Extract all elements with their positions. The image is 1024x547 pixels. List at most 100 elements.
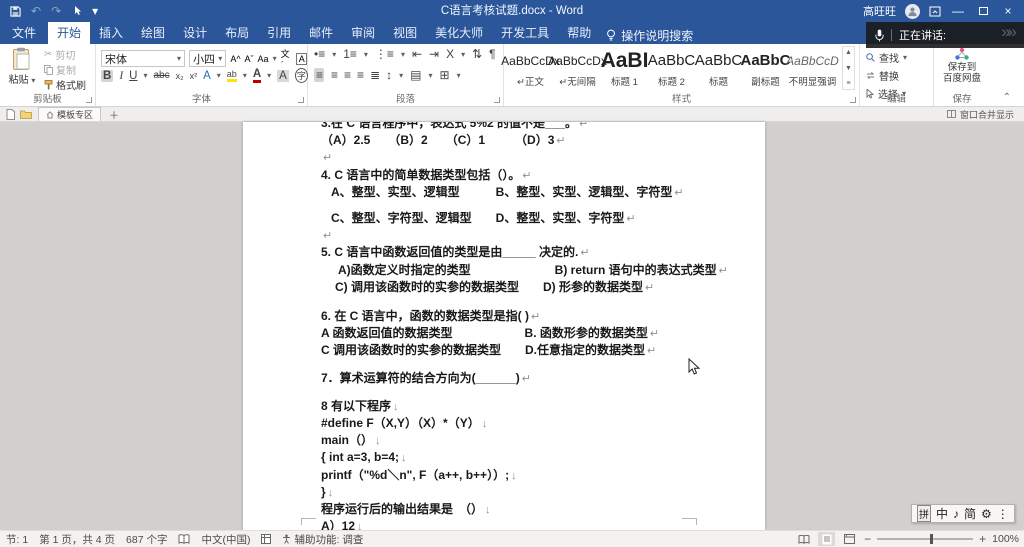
- text-effects-button[interactable]: A: [203, 70, 211, 82]
- accessibility-status[interactable]: 辅助功能: 调查: [282, 532, 363, 547]
- multilevel-list-button[interactable]: ⋮≡: [375, 47, 394, 61]
- document-line[interactable]: { int a=3, b=4;↓: [321, 449, 757, 466]
- document-line[interactable]: #define F（X,Y）（X）*（Y）↓: [321, 415, 757, 432]
- document-line[interactable]: 8 有以下程序↓: [321, 398, 757, 415]
- document-line[interactable]: ↵: [321, 149, 757, 166]
- document-line[interactable]: A、整型、实型、逻辑型 B、整型、实型、逻辑型、字符型↵: [321, 184, 757, 201]
- highlight-color-button[interactable]: ab: [227, 69, 237, 82]
- zoom-slider-thumb[interactable]: [930, 534, 933, 544]
- ime-charset-icon[interactable]: 简: [964, 505, 976, 522]
- minimize-button[interactable]: —: [950, 4, 966, 18]
- zoom-out-button[interactable]: −: [864, 532, 871, 546]
- numbering-button[interactable]: 1≡: [343, 47, 357, 61]
- shading-button[interactable]: ▤: [410, 68, 421, 82]
- ime-language-mode-icon[interactable]: 中: [936, 505, 948, 522]
- align-left-button[interactable]: ≡: [314, 68, 324, 82]
- ime-toolbar[interactable]: 拼 中 ♪ 简 ⚙ ⋮: [911, 504, 1015, 523]
- zoom-in-button[interactable]: +: [979, 532, 986, 546]
- word-count[interactable]: 687 个字: [126, 532, 167, 547]
- borders-button[interactable]: ⊞: [440, 68, 450, 82]
- ime-more-icon[interactable]: ⋮: [997, 507, 1009, 521]
- cut-button[interactable]: ✂剪切: [44, 48, 86, 61]
- document-line[interactable]: 6. 在 C 语言中，函数的数据类型是指( )↵: [321, 308, 757, 325]
- paste-button[interactable]: 粘贴 ▾: [5, 47, 39, 93]
- ribbon-tab[interactable]: 开发工具: [492, 22, 558, 44]
- document-line[interactable]: printf（"%d＼n", F（a++, b++））;↓: [321, 467, 757, 484]
- styles-gallery-scroll[interactable]: ▲ ▼ ≡: [842, 46, 855, 90]
- document-line[interactable]: }↓: [321, 484, 757, 501]
- increase-indent-button[interactable]: ⇥: [429, 47, 439, 61]
- ribbon-tab[interactable]: 美化大师: [426, 22, 492, 44]
- justify-button[interactable]: ≡: [357, 68, 363, 82]
- sort-button[interactable]: ⇅: [472, 47, 482, 61]
- subscript-button[interactable]: x₂: [176, 71, 184, 81]
- document-line[interactable]: A 函数返回值的数据类型 B. 函数形参的数据类型↵: [321, 325, 757, 342]
- web-layout-view-button[interactable]: [841, 532, 858, 546]
- bullets-button[interactable]: •≡: [314, 47, 325, 61]
- page-indicator[interactable]: 第 1 页，共 4 页: [39, 532, 115, 547]
- ribbon-tab[interactable]: 邮件: [300, 22, 342, 44]
- new-document-icon[interactable]: [6, 109, 15, 120]
- avatar[interactable]: [905, 4, 920, 19]
- document-line[interactable]: C、整型、字符型、逻辑型 D、整型、实型、字符型↵: [321, 210, 757, 227]
- underline-button[interactable]: U: [129, 70, 137, 82]
- enclose-characters-button[interactable]: 字: [295, 68, 308, 83]
- style-item[interactable]: AaBbC 副标题: [743, 46, 788, 90]
- change-case-button[interactable]: Aa: [258, 54, 269, 64]
- redo-icon[interactable]: ↷: [51, 0, 61, 22]
- document-line[interactable]: 3.在 C 语言程序中，表达式 5%2 的值不是___。↵: [321, 122, 757, 132]
- ribbon-tab[interactable]: 插入: [90, 22, 132, 44]
- document-line[interactable]: C) 调用该函数时的实参的数据类型 D) 形参的数据类型↵: [321, 279, 757, 296]
- section-indicator[interactable]: 节: 1: [6, 532, 28, 547]
- new-tab-button[interactable]: ＋: [101, 107, 127, 122]
- character-border-button[interactable]: A: [296, 53, 307, 65]
- ime-logo-icon[interactable]: 拼: [917, 505, 931, 522]
- show-hide-marks-button[interactable]: ¶: [489, 47, 495, 61]
- touch-mode-icon[interactable]: [71, 5, 82, 17]
- decrease-indent-button[interactable]: ⇤: [412, 47, 422, 61]
- document-page[interactable]: 3.在 C 语言程序中，表达式 5%2 的值不是___。↵ （A）2.5 （B）…: [243, 122, 765, 530]
- zoom-slider[interactable]: [877, 538, 973, 540]
- style-item[interactable]: AaBbC 标题 2: [649, 46, 694, 90]
- ime-sound-icon[interactable]: ♪: [953, 507, 959, 521]
- dialog-launcher-icon[interactable]: [298, 97, 304, 103]
- language-indicator[interactable]: 中文(中国): [201, 532, 250, 547]
- read-mode-view-button[interactable]: [795, 532, 812, 546]
- replace-button[interactable]: 替换: [866, 68, 907, 83]
- scroll-down-icon[interactable]: ▼: [845, 65, 852, 72]
- document-tab[interactable]: 模板专区: [38, 107, 101, 121]
- font-size-combo[interactable]: 小四▾: [189, 50, 226, 67]
- save-to-baidu-button[interactable]: 保存到 百度网盘: [938, 47, 986, 84]
- phonetic-guide-button[interactable]: 文ˊ: [281, 47, 293, 70]
- collapse-ribbon-icon[interactable]: ⌃: [1003, 92, 1011, 103]
- distribute-button[interactable]: ≣: [370, 68, 379, 82]
- style-item[interactable]: AaBI 标题 1: [602, 46, 647, 90]
- superscript-button[interactable]: x²: [190, 71, 198, 81]
- character-shading-button[interactable]: A: [277, 70, 289, 82]
- ribbon-tab[interactable]: 文件: [0, 22, 48, 44]
- document-line[interactable]: 4. C 语言中的简单数据类型包括（）。↵: [321, 167, 757, 184]
- dialog-launcher-icon[interactable]: [850, 97, 856, 103]
- align-right-button[interactable]: ≡: [344, 68, 350, 82]
- ribbon-tab[interactable]: 布局: [216, 22, 258, 44]
- italic-button[interactable]: I: [119, 70, 123, 82]
- ribbon-tab[interactable]: 视图: [384, 22, 426, 44]
- font-name-combo[interactable]: 宋体▾: [101, 50, 185, 67]
- paste-dropdown-icon[interactable]: ▾: [31, 76, 35, 85]
- ime-toolbox-icon[interactable]: ⚙: [981, 507, 992, 521]
- document-line[interactable]: 程序运行后的输出结果是 （）↓: [321, 501, 757, 518]
- proofing-icon[interactable]: [178, 534, 190, 544]
- copy-button[interactable]: 复制: [44, 63, 86, 76]
- window-merge-button[interactable]: 窗口合并显示: [947, 108, 1014, 121]
- ribbon-tab[interactable]: 审阅: [342, 22, 384, 44]
- style-item[interactable]: AaBbCcDx ↵正文: [508, 46, 553, 90]
- style-item[interactable]: AaBbC 标题: [696, 46, 741, 90]
- strikethrough-button[interactable]: abc: [153, 70, 169, 81]
- align-center-button[interactable]: ≡: [331, 68, 337, 82]
- document-line[interactable]: 5. C 语言中函数返回值的类型是由_____ 决定的.↵: [321, 244, 757, 261]
- document-line[interactable]: ↵: [321, 227, 757, 244]
- find-button[interactable]: 查找▾: [866, 50, 907, 65]
- ribbon-tab[interactable]: 引用: [258, 22, 300, 44]
- style-item[interactable]: AaBbCcDx ↵无间隔: [555, 46, 600, 90]
- dialog-launcher-icon[interactable]: [86, 97, 92, 103]
